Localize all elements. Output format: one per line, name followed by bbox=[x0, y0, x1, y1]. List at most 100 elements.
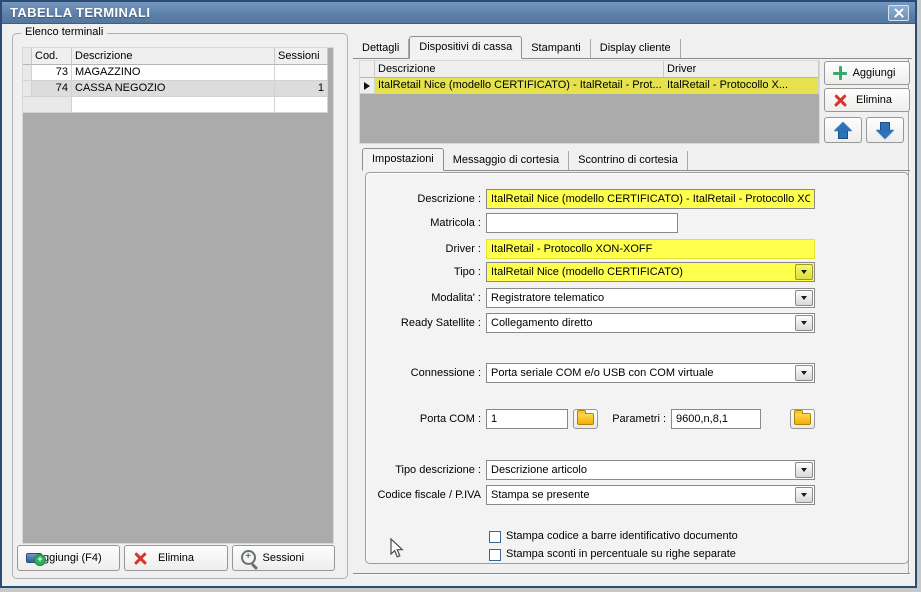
elimina-label: Elimina bbox=[157, 552, 195, 564]
move-up-button[interactable] bbox=[824, 117, 862, 143]
parametri-label: Parametri : bbox=[612, 413, 666, 425]
bottom-divider bbox=[353, 573, 910, 575]
ready-satellite-dropdown[interactable]: Collegamento diretto bbox=[486, 313, 815, 333]
terminal-row-selected[interactable]: 74 CASSA NEGOZIO 1 bbox=[23, 81, 333, 97]
header-descrizione: Descrizione bbox=[72, 48, 275, 65]
header-indicator-cell bbox=[360, 61, 375, 78]
cell-cod: 74 bbox=[32, 81, 72, 97]
header-driver: Driver bbox=[664, 61, 819, 78]
stampa-codice-a-barre-checkbox[interactable] bbox=[489, 531, 501, 543]
tipo-dropdown[interactable]: ItalRetail Nice (modello CERTIFICATO) bbox=[486, 262, 815, 282]
tabella-terminali-window: TABELLA TERMINALI Elenco terminali Cod. … bbox=[0, 0, 917, 588]
modalita-value: Registratore telematico bbox=[491, 292, 605, 304]
tab-display-cliente[interactable]: Display cliente bbox=[591, 39, 681, 58]
cell-sessioni bbox=[275, 97, 328, 113]
codice-fiscale-label: Codice fiscale / P.IVA bbox=[377, 489, 481, 501]
arrow-down-icon bbox=[875, 121, 895, 139]
stampa-codice-a-barre-label: Stampa codice a barre identificativo doc… bbox=[506, 530, 738, 542]
terminals-grid[interactable]: Cod. Descrizione Sessioni 73 MAGAZZINO 7… bbox=[22, 47, 334, 544]
tipo-value: ItalRetail Nice (modello CERTIFICATO) bbox=[491, 266, 683, 278]
driver-field: ItalRetail - Protocollo XON-XOFF bbox=[486, 239, 815, 259]
porta-com-label: Porta COM : bbox=[419, 413, 481, 425]
elimina-label: Elimina bbox=[855, 94, 893, 106]
header-sessioni: Sessioni bbox=[275, 48, 328, 65]
chevron-down-icon[interactable] bbox=[795, 365, 813, 381]
terminal-row[interactable]: 73 MAGAZZINO bbox=[23, 65, 333, 81]
delete-x-icon bbox=[133, 551, 147, 565]
parametri-browse-button[interactable] bbox=[790, 409, 815, 429]
header-descrizione: Descrizione bbox=[375, 61, 664, 78]
move-down-button[interactable] bbox=[866, 117, 904, 143]
elimina-dispositivo-button[interactable]: Elimina bbox=[824, 88, 910, 112]
connessione-label: Connessione : bbox=[410, 367, 481, 379]
devices-grid-header: Descrizione Driver bbox=[360, 61, 819, 78]
elenco-terminali-label: Elenco terminali bbox=[21, 26, 108, 38]
aggiungi-dispositivo-button[interactable]: Aggiungi bbox=[824, 61, 910, 85]
device-row-selected[interactable]: ItalRetail Nice (modello CERTIFICATO) - … bbox=[360, 78, 819, 94]
header-indicator-cell bbox=[23, 48, 32, 65]
tab-dispositivi-di-cassa[interactable]: Dispositivi di cassa bbox=[409, 36, 523, 59]
tab-messaggio-di-cortesia[interactable]: Messaggio di cortesia bbox=[444, 151, 570, 170]
descrizione-field[interactable] bbox=[486, 189, 815, 209]
cell-descrizione: ItalRetail Nice (modello CERTIFICATO) - … bbox=[375, 78, 664, 94]
aggiungi-f4-button[interactable]: Aggiungi (F4) bbox=[17, 545, 121, 571]
matricola-label: Matricola : bbox=[430, 217, 481, 229]
cell-descrizione: MAGAZZINO bbox=[72, 65, 275, 81]
stampa-sconti-checkbox[interactable] bbox=[489, 549, 501, 561]
terminals-grid-header: Cod. Descrizione Sessioni bbox=[23, 48, 333, 65]
modalita-dropdown[interactable]: Registratore telematico bbox=[486, 288, 815, 308]
driver-label: Driver : bbox=[445, 243, 481, 255]
tipo-descrizione-dropdown[interactable]: Descrizione articolo bbox=[486, 460, 815, 480]
elenco-terminali-groupbox: Elenco terminali Cod. Descrizione Sessio… bbox=[12, 26, 348, 579]
sessioni-button[interactable]: Sessioni bbox=[231, 545, 335, 571]
tipo-descrizione-label: Tipo descrizione : bbox=[395, 464, 481, 476]
chevron-down-icon[interactable] bbox=[795, 264, 813, 280]
cell-cod: 73 bbox=[32, 65, 72, 81]
cell-driver: ItalRetail - Protocollo X... bbox=[664, 78, 819, 94]
window-title: TABELLA TERMINALI bbox=[10, 5, 151, 20]
codice-fiscale-value: Stampa se presente bbox=[491, 489, 590, 501]
tab-dettagli[interactable]: Dettagli bbox=[353, 39, 410, 58]
chevron-down-icon[interactable] bbox=[795, 462, 813, 478]
magnifier-icon bbox=[240, 549, 258, 567]
modalita-label: Modalita' : bbox=[431, 292, 481, 304]
chevron-down-icon[interactable] bbox=[795, 290, 813, 306]
descrizione-label: Descrizione : bbox=[417, 193, 481, 205]
title-bar[interactable]: TABELLA TERMINALI bbox=[2, 2, 915, 24]
plus-icon bbox=[833, 66, 847, 80]
arrow-up-icon bbox=[833, 121, 853, 139]
tab-stampanti[interactable]: Stampanti bbox=[522, 39, 591, 58]
row-indicator-cell bbox=[23, 81, 32, 97]
matricola-field[interactable] bbox=[486, 213, 678, 233]
stampa-sconti-label: Stampa sconti in percentuale su righe se… bbox=[506, 548, 736, 560]
chevron-down-icon[interactable] bbox=[795, 487, 813, 503]
settings-tabstrip: Impostazioni Messaggio di cortesia Scont… bbox=[362, 148, 910, 171]
left-button-bar: Aggiungi (F4) Elimina Sessioni bbox=[17, 545, 335, 571]
device-tabstrip: Dettagli Dispositivi di cassa Stampanti … bbox=[353, 36, 912, 59]
elimina-terminale-button[interactable]: Elimina bbox=[124, 545, 228, 571]
delete-x-icon bbox=[833, 93, 847, 107]
cell-descrizione bbox=[72, 97, 275, 113]
porta-com-field[interactable] bbox=[486, 409, 568, 429]
tab-impostazioni[interactable]: Impostazioni bbox=[362, 148, 444, 171]
connessione-dropdown[interactable]: Porta seriale COM e/o USB con COM virtua… bbox=[486, 363, 815, 383]
devices-grid[interactable]: Descrizione Driver ItalRetail Nice (mode… bbox=[359, 60, 820, 144]
close-button[interactable] bbox=[888, 5, 909, 21]
cell-sessioni bbox=[275, 65, 328, 81]
cell-sessioni: 1 bbox=[275, 81, 328, 97]
parametri-field[interactable] bbox=[671, 409, 761, 429]
aggiungi-label: Aggiungi bbox=[852, 67, 896, 79]
sessioni-label: Sessioni bbox=[262, 552, 305, 564]
connessione-value: Porta seriale COM e/o USB con COM virtua… bbox=[491, 367, 714, 379]
tab-scontrino-di-cortesia[interactable]: Scontrino di cortesia bbox=[569, 151, 688, 170]
ready-satellite-value: Collegamento diretto bbox=[491, 317, 593, 329]
tipo-label: Tipo : bbox=[453, 266, 481, 278]
header-cod: Cod. bbox=[32, 48, 72, 65]
cell-descrizione: CASSA NEGOZIO bbox=[72, 81, 275, 97]
ready-satellite-label: Ready Satellite : bbox=[400, 317, 481, 329]
chevron-down-icon[interactable] bbox=[795, 315, 813, 331]
folder-icon bbox=[794, 410, 811, 425]
close-icon bbox=[894, 8, 904, 18]
codice-fiscale-dropdown[interactable]: Stampa se presente bbox=[486, 485, 815, 505]
terminal-row-empty[interactable] bbox=[23, 97, 333, 113]
